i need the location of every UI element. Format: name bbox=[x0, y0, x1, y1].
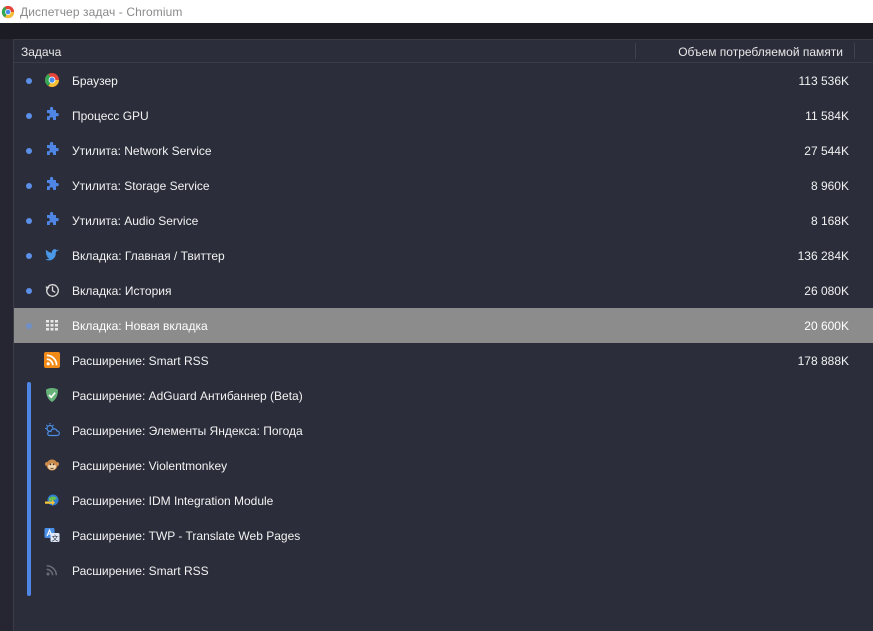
table-row[interactable]: Утилита: Storage Service 8 960K bbox=[14, 168, 873, 203]
svg-text:文: 文 bbox=[52, 534, 59, 543]
chromium-icon bbox=[1, 5, 15, 18]
rss-gray-icon bbox=[44, 562, 60, 578]
rss-icon bbox=[44, 352, 60, 368]
monkey-icon bbox=[44, 457, 60, 473]
table-row[interactable]: Расширение: IDM Integration Module bbox=[14, 483, 873, 518]
table-row[interactable]: Вкладка: История 26 080K bbox=[14, 273, 873, 308]
task-name: Расширение: Smart RSS bbox=[72, 354, 209, 368]
task-rows: Браузер 113 536K Процесс GPU 11 584K Ути… bbox=[14, 63, 873, 596]
task-name: Расширение: TWP - Translate Web Pages bbox=[72, 529, 301, 543]
memory-value: 11 584K bbox=[805, 109, 849, 123]
task-column-header[interactable]: Задача bbox=[21, 45, 61, 59]
twitter-icon bbox=[44, 247, 60, 263]
table-row[interactable]: Процесс GPU 11 584K bbox=[14, 98, 873, 133]
memory-value: 8 960K bbox=[810, 179, 849, 193]
puzzle-icon bbox=[44, 107, 60, 123]
puzzle-icon bbox=[44, 212, 60, 228]
memory-column-header[interactable]: Объем потребляемой памяти bbox=[678, 45, 843, 59]
process-dot bbox=[26, 78, 32, 84]
window-title: Диспетчер задач - Chromium bbox=[20, 4, 183, 19]
table-row[interactable]: Утилита: Network Service 27 544K bbox=[14, 133, 873, 168]
history-icon bbox=[44, 282, 60, 298]
memory-value: 8 168K bbox=[810, 214, 849, 228]
process-dot bbox=[26, 113, 32, 119]
memory-value: 113 536K bbox=[798, 74, 850, 88]
task-name: Расширение: Элементы Яндекса: Погода bbox=[72, 424, 303, 438]
idm-icon bbox=[44, 492, 60, 508]
process-dot bbox=[26, 288, 32, 294]
task-name: Вкладка: Новая вкладка bbox=[72, 319, 208, 333]
puzzle-icon bbox=[44, 142, 60, 158]
process-dot bbox=[26, 218, 32, 224]
task-name: Расширение: AdGuard Антибаннер (Beta) bbox=[72, 389, 303, 403]
title-bar: Диспетчер задач - Chromium bbox=[0, 0, 873, 23]
task-name: Вкладка: История bbox=[72, 284, 172, 298]
table-row[interactable]: Расширение: Элементы Яндекса: Погода bbox=[14, 413, 873, 448]
table-row[interactable]: Расширение: Violentmonkey bbox=[14, 448, 873, 483]
process-dot bbox=[26, 148, 32, 154]
task-name: Расширение: Violentmonkey bbox=[72, 459, 228, 473]
process-dot bbox=[26, 183, 32, 189]
memory-value: 136 284K bbox=[797, 249, 849, 263]
memory-value: 178 888K bbox=[797, 354, 849, 368]
column-divider[interactable] bbox=[635, 43, 636, 59]
adguard-shield-icon bbox=[44, 387, 60, 403]
column-divider[interactable] bbox=[854, 43, 855, 59]
grid-icon bbox=[44, 317, 60, 333]
task-name: Процесс GPU bbox=[72, 109, 149, 123]
task-name: Утилита: Storage Service bbox=[72, 179, 210, 193]
table-row[interactable]: Расширение: Smart RSS 178 888K bbox=[14, 343, 873, 378]
task-table: Задача Объем потребляемой памяти Браузер… bbox=[13, 39, 873, 631]
task-name: Утилита: Network Service bbox=[72, 144, 212, 158]
translate-icon: 文 bbox=[44, 527, 60, 543]
memory-value: 27 544K bbox=[804, 144, 849, 158]
table-row[interactable]: Вкладка: Главная / Твиттер 136 284K bbox=[14, 238, 873, 273]
task-name: Расширение: IDM Integration Module bbox=[72, 494, 274, 508]
table-row[interactable]: Вкладка: Новая вкладка 20 600K bbox=[14, 308, 873, 343]
table-row[interactable]: 文 Расширение: TWP - Translate Web Pages bbox=[14, 518, 873, 553]
table-header: Задача Объем потребляемой памяти bbox=[14, 40, 873, 63]
table-row[interactable]: Браузер 113 536K bbox=[14, 63, 873, 98]
task-name: Вкладка: Главная / Твиттер bbox=[72, 249, 225, 263]
task-name: Расширение: Smart RSS bbox=[72, 564, 209, 578]
task-name: Браузер bbox=[72, 74, 118, 88]
table-row[interactable]: Расширение: AdGuard Антибаннер (Beta) bbox=[14, 378, 873, 413]
memory-value: 26 080K bbox=[804, 284, 849, 298]
task-name: Утилита: Audio Service bbox=[72, 214, 199, 228]
table-row[interactable]: Расширение: Smart RSS bbox=[14, 553, 873, 588]
weather-icon bbox=[44, 422, 60, 438]
chromium-icon bbox=[44, 72, 60, 88]
memory-value: 20 600K bbox=[804, 319, 849, 333]
process-dot bbox=[26, 253, 32, 259]
table-row[interactable]: Утилита: Audio Service 8 168K bbox=[14, 203, 873, 238]
process-dot bbox=[26, 323, 32, 329]
toolbar-strip bbox=[0, 23, 873, 39]
puzzle-icon bbox=[44, 177, 60, 193]
